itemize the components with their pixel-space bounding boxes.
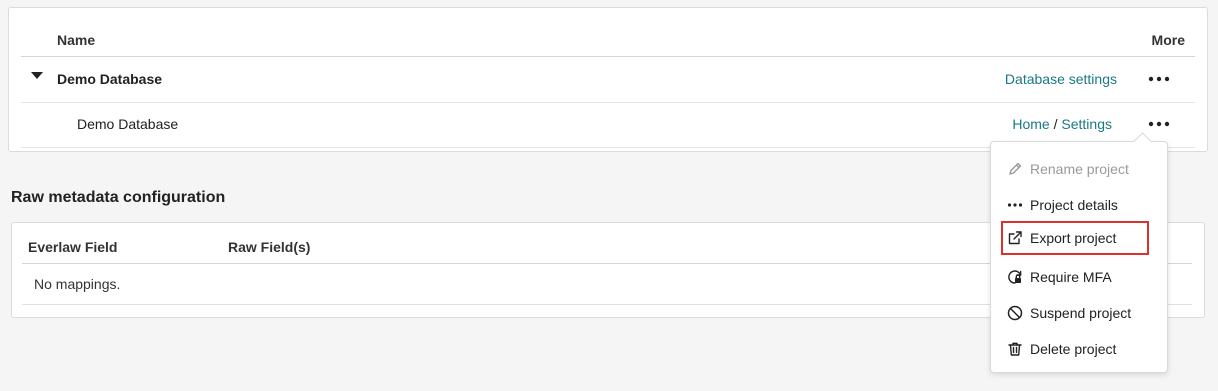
external-link-icon <box>1007 230 1023 246</box>
project-settings-link[interactable]: Settings <box>1061 116 1112 132</box>
name-column-header: Name <box>57 32 96 48</box>
projects-table-header: Name More <box>21 16 1195 57</box>
menu-item-label: Export project <box>1030 230 1117 246</box>
database-more-icon[interactable] <box>1147 69 1171 89</box>
menu-item-label: Suspend project <box>1030 305 1132 321</box>
menu-item-rename-project[interactable]: Rename project <box>1001 152 1149 186</box>
project-actions-menu: Rename project Project details Export pr… <box>990 141 1168 373</box>
menu-item-label: Require MFA <box>1030 269 1112 285</box>
trash-icon <box>1007 341 1023 357</box>
project-more-icon[interactable] <box>1147 114 1171 134</box>
lock-refresh-icon <box>1007 269 1023 285</box>
ellipsis-icon <box>1007 197 1023 213</box>
database-row: Demo Database Database settings <box>21 57 1195 103</box>
menu-item-project-details[interactable]: Project details <box>1001 188 1149 222</box>
more-column-header: More <box>1151 32 1185 48</box>
projects-panel: Name More Demo Database Database setting… <box>8 7 1208 152</box>
menu-item-export-project[interactable]: Export project <box>1001 221 1149 255</box>
project-links: Home / Settings <box>1012 116 1112 132</box>
ban-icon <box>1007 305 1023 321</box>
link-separator: / <box>1053 116 1058 132</box>
database-settings-link[interactable]: Database settings <box>1005 71 1117 87</box>
menu-item-suspend-project[interactable]: Suspend project <box>1001 296 1149 330</box>
no-mappings-text: No mappings. <box>34 276 121 292</box>
project-home-link[interactable]: Home <box>1012 116 1049 132</box>
raw-fields-header: Raw Field(s) <box>228 239 311 255</box>
menu-item-delete-project[interactable]: Delete project <box>1001 332 1149 366</box>
menu-item-label: Project details <box>1030 197 1118 213</box>
collapse-caret-icon[interactable] <box>31 72 43 79</box>
everlaw-field-header: Everlaw Field <box>28 239 118 255</box>
database-name: Demo Database <box>57 71 163 87</box>
raw-metadata-title: Raw metadata configuration <box>11 189 226 206</box>
pencil-icon <box>1007 161 1023 177</box>
menu-item-require-mfa[interactable]: Require MFA <box>1001 260 1149 294</box>
menu-item-label: Delete project <box>1030 341 1117 357</box>
project-name: Demo Database <box>77 116 179 132</box>
menu-item-label: Rename project <box>1030 161 1129 177</box>
